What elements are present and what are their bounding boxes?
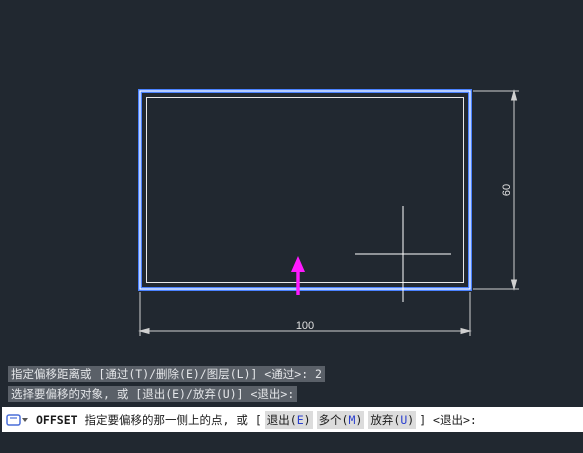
command-line[interactable]: OFFSET 指定要偏移的那一侧上的点, 或 [ 退出(E) 多个(M) 放弃(…	[2, 407, 583, 432]
option-exit-key: E	[296, 412, 304, 427]
drawing-canvas[interactable]: 100 60	[0, 0, 583, 360]
option-exit-close: )	[303, 412, 311, 427]
option-undo[interactable]: 放弃(U)	[368, 410, 417, 429]
option-multiple[interactable]: 多个(M)	[316, 410, 365, 429]
outer-rectangle[interactable]	[139, 90, 471, 290]
option-multiple-label: 多个(	[318, 412, 349, 427]
outer-rectangle-selected-glow	[138, 89, 472, 291]
command-prompt-text: 指定要偏移的那一侧上的点, 或 [	[84, 412, 262, 427]
command-history-line-2: 选择要偏移的对象, 或 [退出(E)/放弃(U)] <退出>:	[8, 386, 298, 402]
dimension-width-label: 100	[296, 320, 314, 332]
command-name: OFFSET	[36, 412, 78, 427]
option-undo-close: )	[407, 412, 415, 427]
option-multiple-close: )	[355, 412, 363, 427]
command-suffix: ] <退出>:	[419, 412, 477, 427]
inner-offset-rectangle[interactable]	[146, 97, 464, 283]
dimension-height-label: 60	[501, 184, 513, 196]
option-exit[interactable]: 退出(E)	[264, 410, 313, 429]
command-prompt-icon[interactable]	[6, 413, 30, 427]
command-history-line-1: 指定偏移距离或 [通过(T)/删除(E)/图层(L)] <通过>: 2	[8, 366, 325, 382]
bottom-strip	[0, 432, 583, 453]
option-undo-label: 放弃(	[370, 412, 401, 427]
option-exit-label: 退出(	[266, 412, 297, 427]
